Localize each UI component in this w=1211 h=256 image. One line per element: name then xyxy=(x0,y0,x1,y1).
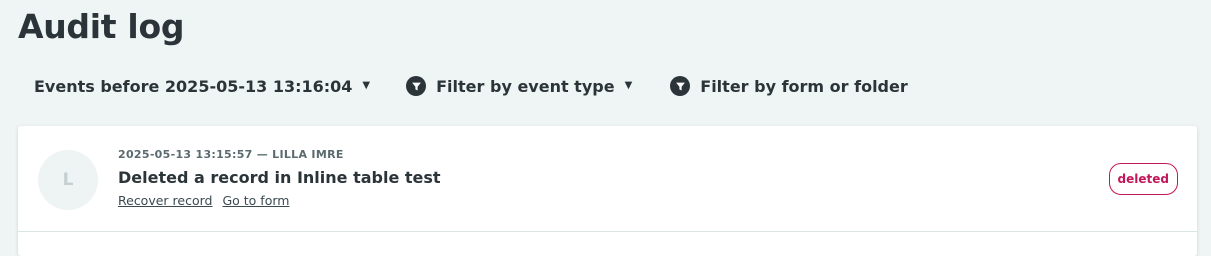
event-actions: Recover record Go to form xyxy=(118,193,289,208)
funnel-icon xyxy=(406,76,427,96)
audit-log-list: L 2025-05-13 13:15:57 — LILLA IMRE Delet… xyxy=(18,126,1197,256)
event-type-filter-dropdown[interactable]: Filter by event type ▼ xyxy=(392,70,646,102)
status-badge: deleted xyxy=(1108,163,1178,195)
event-type-filter-label: Filter by event type xyxy=(436,76,615,96)
form-folder-filter-label: Filter by form or folder xyxy=(700,76,908,96)
recover-record-link[interactable]: Recover record xyxy=(118,193,212,208)
filter-toolbar: Events before 2025-05-13 13:16:04 ▼ Filt… xyxy=(20,70,922,102)
audit-event-row: L 2025-05-13 13:15:57 — LILLA IMRE Delet… xyxy=(18,126,1197,232)
avatar: L xyxy=(38,150,98,210)
caret-down-icon: ▼ xyxy=(624,80,633,91)
event-meta: 2025-05-13 13:15:57 — LILLA IMRE xyxy=(118,148,344,161)
event-description: Deleted a record in Inline table test xyxy=(118,168,441,187)
go-to-form-link[interactable]: Go to form xyxy=(222,193,289,208)
date-filter-dropdown[interactable]: Events before 2025-05-13 13:16:04 ▼ xyxy=(20,70,384,102)
page-title: Audit log xyxy=(18,7,185,46)
caret-down-icon: ▼ xyxy=(362,80,371,91)
form-folder-filter-button[interactable]: Filter by form or folder xyxy=(656,70,921,102)
date-filter-label: Events before 2025-05-13 13:16:04 xyxy=(34,76,353,96)
funnel-icon xyxy=(670,76,691,96)
